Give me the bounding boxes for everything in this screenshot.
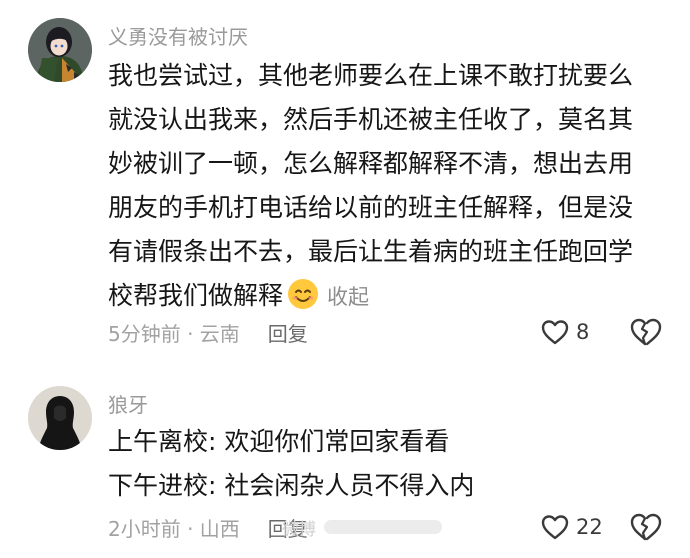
heart-outline-icon bbox=[541, 515, 569, 540]
smiling-face-emoji-icon bbox=[287, 278, 319, 310]
time-location: 5分钟前 · 云南 bbox=[108, 321, 240, 346]
collapse-link[interactable]: 收起 bbox=[327, 285, 369, 309]
broken-heart-icon bbox=[630, 513, 662, 541]
like-count: 22 bbox=[576, 515, 603, 539]
comment-text-line: 妙被训了一顿，怎么解释都解释不清，想出去用 bbox=[108, 149, 634, 178]
comment-text-line: 朋友的手机打电话给以前的班主任解释，但是没 bbox=[108, 193, 634, 222]
comment-text-last-line: 校帮我们做解释 收起 bbox=[108, 274, 656, 319]
like-button[interactable]: 8 bbox=[540, 316, 589, 348]
avatar[interactable] bbox=[28, 18, 92, 82]
like-count: 8 bbox=[576, 320, 590, 344]
comment-meta: 5分钟前 · 云南 回复 bbox=[108, 316, 308, 348]
comment-text-line: 上午离校: 欢迎你们常回家看看 bbox=[108, 427, 450, 456]
comment-item: 义勇没有被讨厌 我也尝试过，其他老师要么在上课不敢打扰要么 就没认出我来，然后手… bbox=[0, 0, 690, 370]
avatar[interactable] bbox=[28, 386, 92, 450]
watermark-blur-bar bbox=[324, 520, 442, 534]
comment-text-line: 下午进校: 社会闲杂人员不得入内 bbox=[108, 471, 475, 500]
comment-text-line: 校帮我们做解释 bbox=[108, 281, 284, 310]
like-button[interactable]: 22 bbox=[540, 511, 603, 543]
avatar-anime-character-image bbox=[28, 18, 92, 82]
comment-text: 我也尝试过，其他老师要么在上课不敢打扰要么 就没认出我来，然后手机还被主任收了，… bbox=[108, 54, 656, 319]
comment-text-line: 有请假条出不去，最后让生着病的班主任跑回学 bbox=[108, 237, 634, 266]
watermark: 微博 bbox=[282, 512, 442, 542]
dislike-button[interactable] bbox=[628, 511, 662, 543]
reply-button[interactable]: 回复 bbox=[268, 318, 308, 347]
comment-meta: 2小时前 · 山西 回复 bbox=[108, 511, 308, 543]
comment-text-line: 就没认出我来，然后手机还被主任收了，莫名其 bbox=[108, 105, 634, 134]
username[interactable]: 狼牙 bbox=[108, 389, 148, 418]
comment-text: 上午离校: 欢迎你们常回家看看 下午进校: 社会闲杂人员不得入内 bbox=[108, 420, 656, 508]
avatar-hooded-figure-image bbox=[28, 386, 92, 450]
time-location: 2小时前 · 山西 bbox=[108, 516, 240, 541]
comment-text-line: 我也尝试过，其他老师要么在上课不敢打扰要么 bbox=[108, 61, 634, 90]
dislike-button[interactable] bbox=[628, 316, 662, 348]
heart-outline-icon bbox=[541, 320, 569, 345]
broken-heart-icon bbox=[630, 318, 662, 346]
username[interactable]: 义勇没有被讨厌 bbox=[108, 21, 248, 50]
watermark-text: 微博 bbox=[282, 519, 316, 540]
